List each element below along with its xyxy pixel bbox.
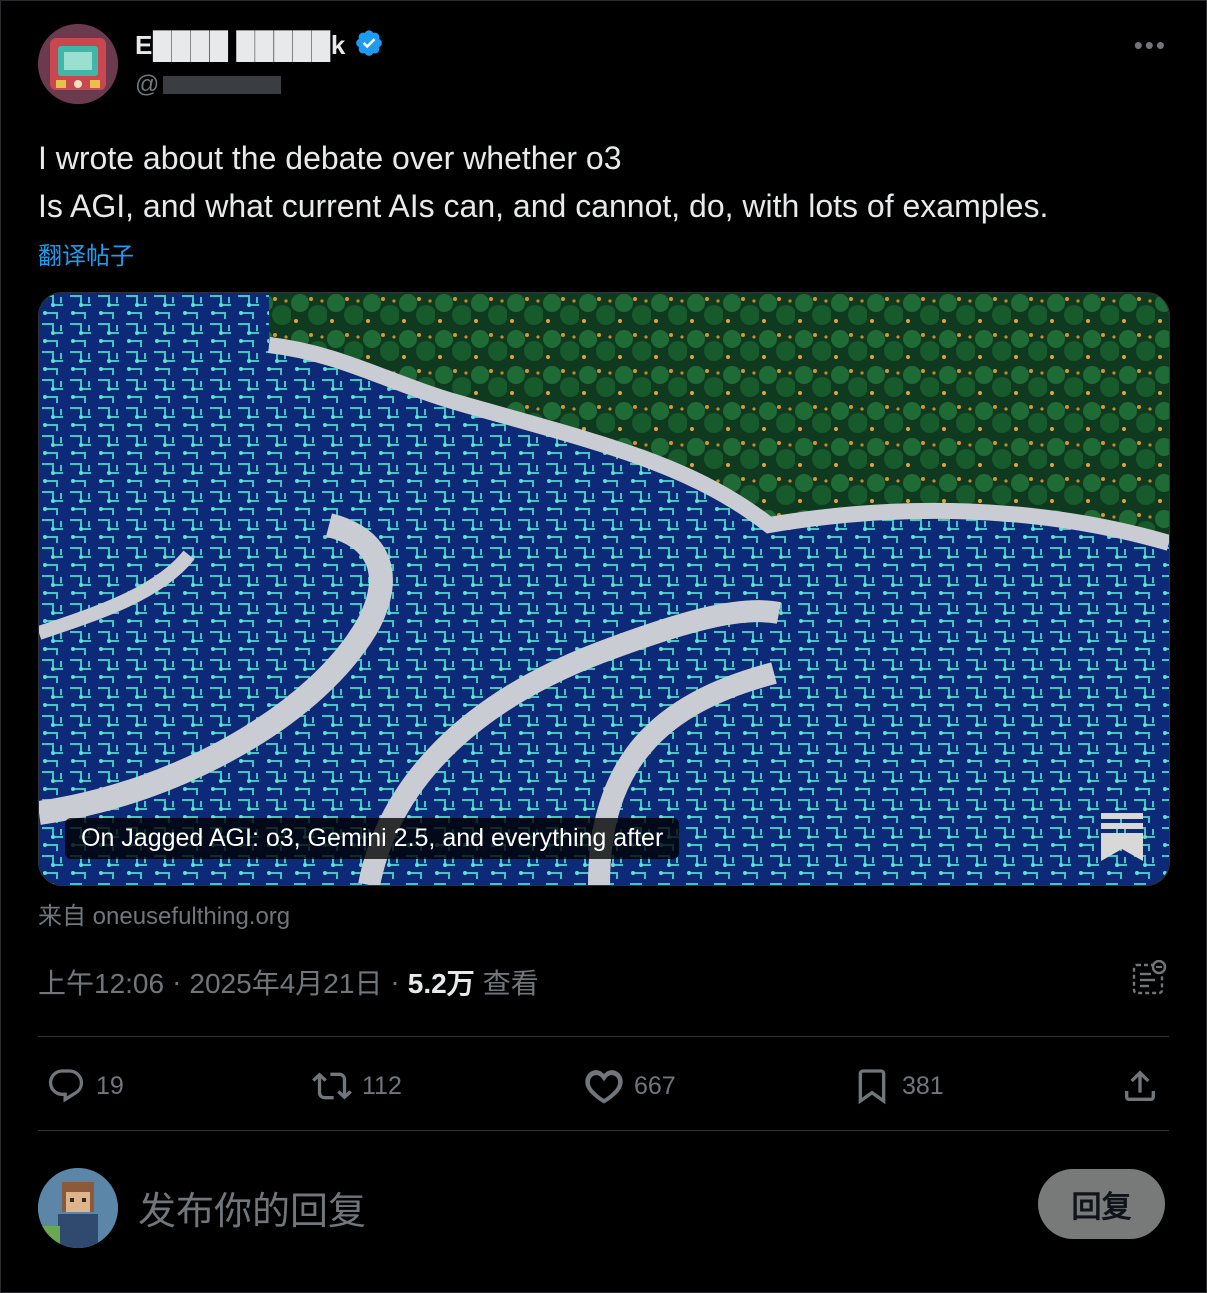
view-count: 5.2万 [407,968,475,999]
analytics-icon[interactable] [1131,960,1167,996]
tweet-text-line-2: Is AGI, and what current AIs can, and ca… [38,188,1049,224]
card-image [39,293,1169,885]
repost-button[interactable]: 112 [312,1056,402,1116]
card-title: On Jagged AGI: o3, Gemini 2.5, and every… [65,818,680,859]
reply-icon [48,1069,84,1103]
like-count: 667 [634,1071,676,1100]
link-card[interactable]: On Jagged AGI: o3, Gemini 2.5, and every… [38,292,1170,886]
handle-prefix: @ [135,71,160,98]
divider [38,1130,1169,1131]
view-count-label: 查看 [482,968,539,999]
reply-input[interactable]: 发布你的回复 [138,1180,366,1235]
repost-count: 112 [362,1071,402,1100]
tweet-time[interactable]: 上午12:06 [38,962,164,1002]
meta-separator: · [172,966,182,997]
share-button[interactable] [1120,1056,1160,1116]
verified-badge-icon [354,28,384,63]
author-name[interactable]: E████ █████k [135,30,346,61]
heart-icon [585,1070,623,1104]
tweet-date[interactable]: 2025年4月21日 [189,962,382,1002]
like-button[interactable]: 667 [584,1056,676,1116]
reply-submit-button[interactable]: 回复 [1038,1169,1165,1239]
tweet-text: I wrote about the debate over whether o3… [38,134,1178,230]
bookmark-button[interactable]: 381 [852,1056,944,1116]
translate-post-link[interactable]: 翻译帖子 [38,236,134,271]
action-bar: 19 112 667 381 [38,1056,1169,1116]
reply-button[interactable]: 19 [46,1056,124,1116]
share-icon [1125,1070,1155,1101]
meta-separator: · [390,966,400,997]
author-handle[interactable]: @ [135,71,282,99]
repost-icon [312,1072,352,1100]
divider [38,1036,1169,1037]
card-source[interactable]: 来自 oneusefulthing.org [38,896,290,931]
substack-logo-icon [1101,813,1143,861]
more-options-icon[interactable]: ••• [1134,30,1167,61]
bookmark-count: 381 [902,1071,944,1100]
author-avatar[interactable] [38,24,118,104]
tweet-meta: 上午12:06 · 2025年4月21日 · 5.2万 查看 [38,962,539,1002]
reply-count: 19 [96,1071,124,1100]
user-avatar[interactable] [38,1168,118,1248]
handle-redacted [163,76,282,94]
tweet-text-line-1: I wrote about the debate over whether o3 [38,140,622,176]
bookmark-icon [858,1069,886,1105]
reply-composer: 发布你的回复 回复 [38,1168,1169,1248]
